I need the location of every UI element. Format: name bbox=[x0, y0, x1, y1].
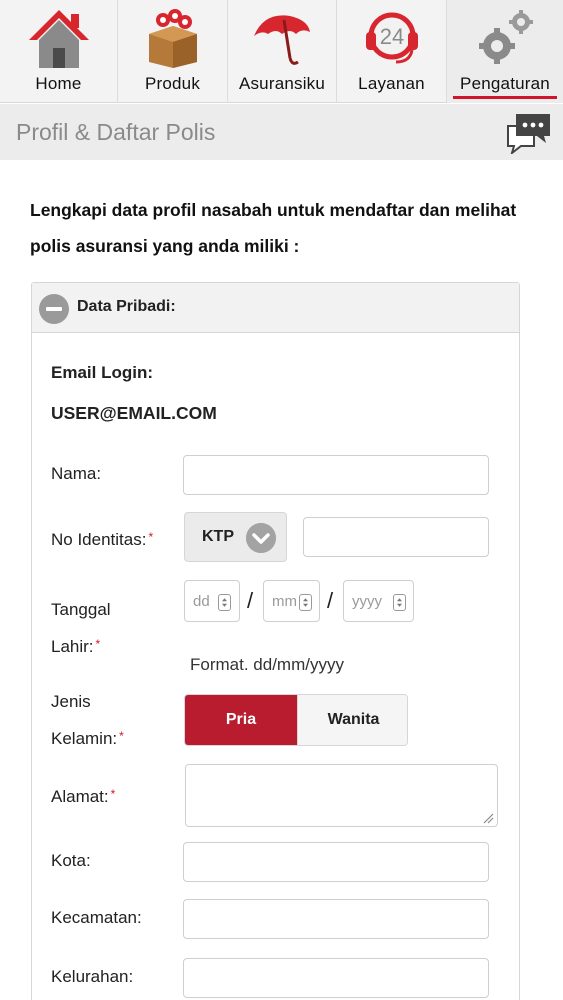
month-input[interactable]: mm bbox=[263, 580, 320, 622]
id-type-value: KTP bbox=[202, 528, 234, 545]
alamat-textarea[interactable] bbox=[185, 764, 498, 827]
nav-item-produk[interactable]: Produk bbox=[118, 0, 228, 103]
tanggal-label-line1: Tanggal bbox=[51, 600, 111, 619]
spinner-icon[interactable] bbox=[218, 594, 231, 611]
gender-label-line1: Jenis bbox=[51, 692, 91, 711]
no-identitas-label: No Identitas: * bbox=[51, 520, 153, 557]
kota-label: Kota: bbox=[51, 851, 91, 870]
spinner-icon[interactable] bbox=[393, 594, 406, 611]
kelurahan-label: Kelurahan: bbox=[51, 967, 134, 986]
date-separator: / bbox=[327, 588, 334, 613]
resize-grip-icon[interactable] bbox=[482, 812, 494, 824]
personal-data-panel: Data Pribadi: bbox=[31, 282, 520, 1000]
required-mark: * bbox=[95, 637, 101, 651]
nama-label: Nama: bbox=[51, 464, 102, 483]
kecamatan-input[interactable] bbox=[183, 899, 489, 939]
kelurahan-input[interactable] bbox=[183, 958, 489, 998]
nav-item-home[interactable]: Home bbox=[0, 0, 118, 103]
umbrella-icon bbox=[254, 15, 310, 65]
nav-label: Produk bbox=[144, 74, 201, 93]
no-identitas-label-text: No Identitas: bbox=[51, 530, 147, 549]
gender-label-text: Kelamin: bbox=[51, 729, 118, 748]
day-input[interactable]: dd bbox=[184, 580, 240, 622]
chat-bubble-icon[interactable] bbox=[504, 110, 552, 154]
gender-option-wanita[interactable]: Wanita bbox=[297, 695, 407, 745]
active-tab-indicator bbox=[453, 96, 557, 99]
id-type-select[interactable]: KTP bbox=[184, 512, 287, 562]
nav-item-pengaturan[interactable]: Pengaturan bbox=[447, 0, 563, 103]
nav-item-layanan[interactable]: 24 Layanan bbox=[337, 0, 447, 103]
section-header: Profil & Daftar Polis bbox=[0, 104, 563, 160]
spinner-icon[interactable] bbox=[299, 594, 312, 611]
month-placeholder: mm bbox=[272, 593, 297, 610]
page-title: Profil & Daftar Polis bbox=[16, 119, 216, 145]
panel-title: Data Pribadi: bbox=[77, 298, 176, 315]
nav-item-asuransiku[interactable]: Asuransiku bbox=[228, 0, 337, 103]
panel-header[interactable]: Data Pribadi: bbox=[32, 283, 519, 333]
svg-text:24: 24 bbox=[379, 24, 403, 49]
year-input[interactable]: yyyy bbox=[343, 580, 414, 622]
alamat-label-text: Alamat: bbox=[51, 787, 109, 806]
kota-input[interactable] bbox=[183, 842, 489, 882]
nav-label: Home bbox=[35, 74, 82, 93]
intro-text: Lengkapi data profil nasabah untuk menda… bbox=[30, 200, 517, 256]
email-label: Email Login: bbox=[51, 363, 153, 382]
gender-toggle: Pria Wanita bbox=[184, 694, 408, 746]
box-icon bbox=[148, 9, 197, 68]
email-value: USER@EMAIL.COM bbox=[51, 403, 217, 423]
top-nav: Home Produk Asuransiku 24 Layanan Pengat… bbox=[0, 0, 563, 103]
gender-option-pria[interactable]: Pria bbox=[185, 695, 297, 745]
day-placeholder: dd bbox=[193, 593, 210, 610]
tanggal-label-text: Lahir: bbox=[51, 637, 94, 656]
nav-label: Pengaturan bbox=[460, 74, 550, 93]
nav-label: Layanan bbox=[358, 74, 425, 93]
date-separator: / bbox=[247, 588, 254, 613]
chevron-down-icon bbox=[246, 523, 276, 553]
alamat-label: Alamat: * bbox=[51, 777, 115, 814]
tanggal-label-line2: Lahir: * bbox=[51, 627, 100, 664]
gender-label-line2: Kelamin: * bbox=[51, 719, 124, 756]
date-format-hint: Format. dd/mm/yyyy bbox=[190, 655, 344, 674]
required-mark: * bbox=[148, 530, 154, 544]
headset-24-icon: 24 bbox=[365, 12, 418, 64]
collapse-icon[interactable] bbox=[39, 294, 69, 324]
id-number-input[interactable] bbox=[303, 517, 489, 557]
house-icon bbox=[28, 10, 89, 68]
gears-icon bbox=[479, 10, 533, 64]
nav-label: Asuransiku bbox=[238, 74, 326, 93]
required-mark: * bbox=[110, 787, 116, 801]
nama-input[interactable] bbox=[183, 455, 489, 495]
year-placeholder: yyyy bbox=[352, 593, 382, 610]
required-mark: * bbox=[119, 729, 124, 743]
kecamatan-label: Kecamatan: bbox=[51, 908, 142, 927]
